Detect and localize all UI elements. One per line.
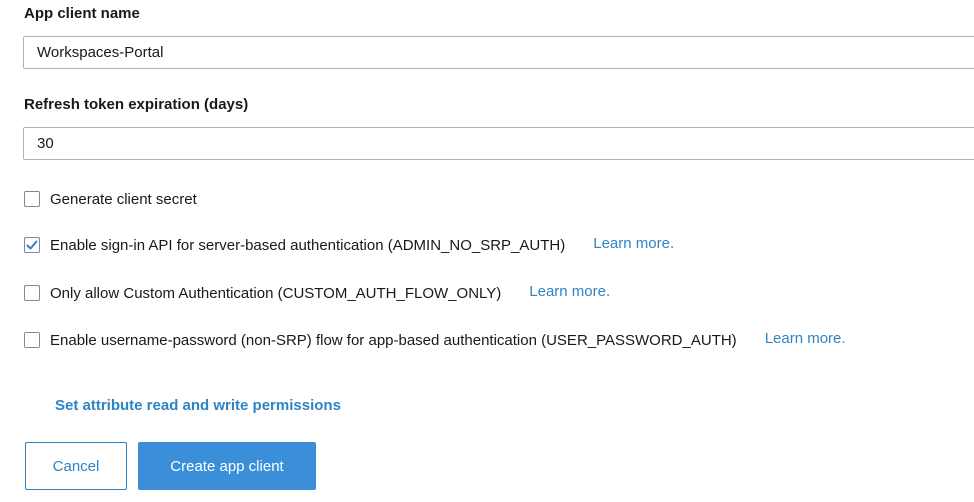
custom-auth-flow-only-checkbox[interactable] — [24, 285, 40, 301]
set-attribute-permissions-link[interactable]: Set attribute read and write permissions — [55, 397, 341, 414]
option-label: Only allow Custom Authentication (CUSTOM… — [50, 284, 502, 302]
option-label: Generate client secret — [50, 190, 197, 208]
cancel-button[interactable]: Cancel — [25, 442, 127, 490]
app-client-name-input[interactable] — [23, 36, 974, 69]
option-user-password-auth: Enable username-password (non-SRP) flow … — [24, 330, 846, 350]
learn-more-link[interactable]: Learn more. — [529, 283, 610, 300]
option-custom-auth-flow-only: Only allow Custom Authentication (CUSTOM… — [24, 283, 610, 303]
generate-client-secret-checkbox[interactable] — [24, 191, 40, 207]
user-password-auth-checkbox[interactable] — [24, 332, 40, 348]
checkmark-icon — [26, 240, 38, 250]
refresh-token-input[interactable] — [23, 127, 974, 160]
learn-more-link[interactable]: Learn more. — [593, 235, 674, 252]
refresh-token-label: Refresh token expiration (days) — [24, 96, 249, 113]
create-app-client-button[interactable]: Create app client — [138, 442, 316, 490]
app-client-name-label: App client name — [24, 5, 140, 22]
option-label: Enable sign-in API for server-based auth… — [50, 236, 566, 254]
option-label: Enable username-password (non-SRP) flow … — [50, 331, 737, 349]
admin-no-srp-auth-checkbox[interactable] — [24, 237, 40, 253]
create-app-client-form: App client name Refresh token expiration… — [0, 0, 974, 502]
learn-more-link[interactable]: Learn more. — [765, 330, 846, 347]
option-generate-client-secret: Generate client secret — [24, 189, 197, 209]
option-admin-no-srp-auth: Enable sign-in API for server-based auth… — [24, 235, 674, 255]
